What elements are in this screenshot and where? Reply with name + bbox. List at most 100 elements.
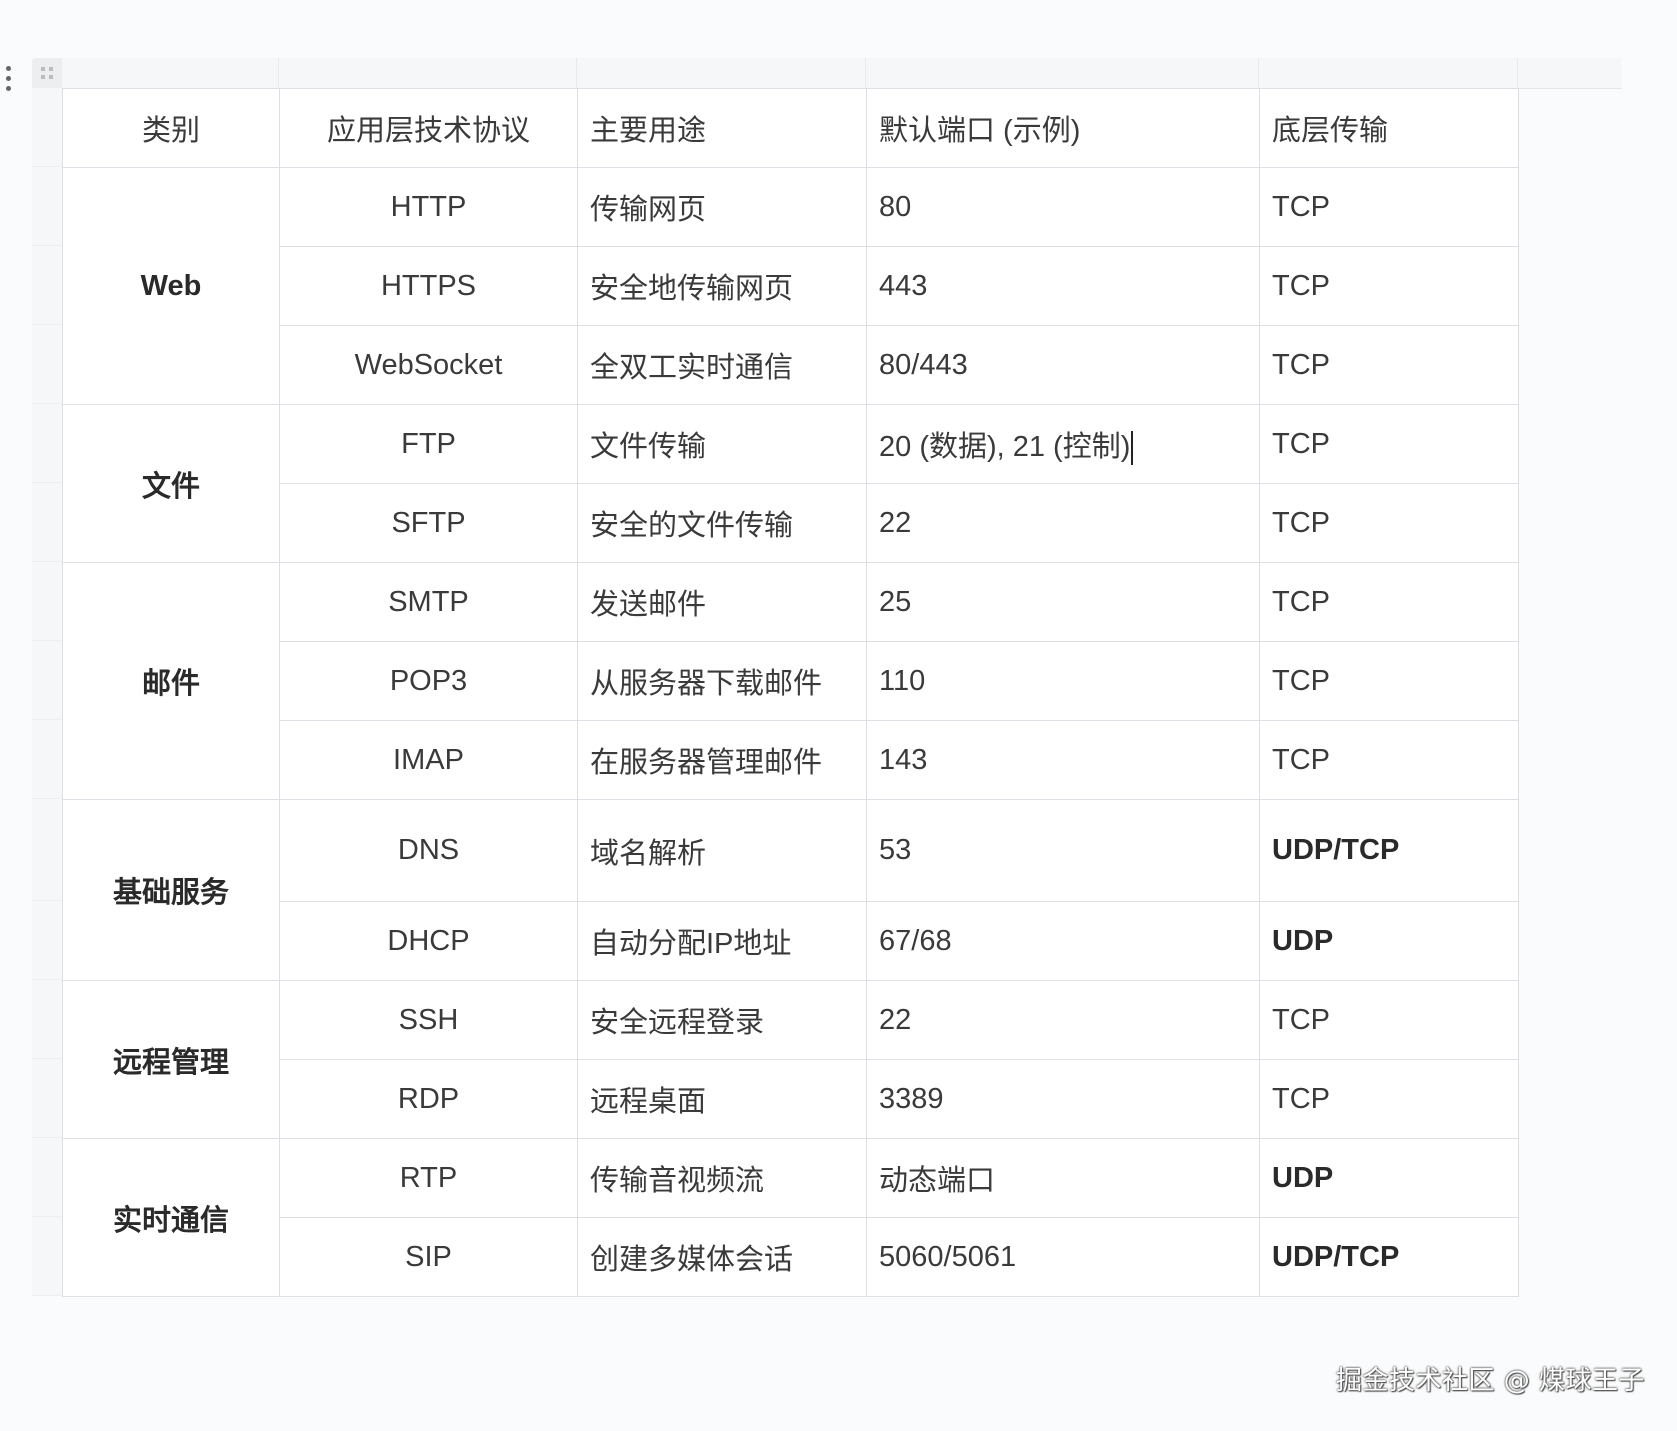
table-row: 远程管理 SSH 安全远程登录 22 TCP	[62, 980, 1519, 1139]
row-selector[interactable]	[32, 404, 62, 483]
port-cell[interactable]: 22	[866, 483, 1260, 563]
transport-cell[interactable]: TCP	[1259, 720, 1519, 800]
usage-cell[interactable]: 传输音视频流	[577, 1138, 867, 1218]
usage-cell[interactable]: 从服务器下载邮件	[577, 641, 867, 721]
port-cell[interactable]: 53	[866, 799, 1260, 902]
transport-cell[interactable]: TCP	[1259, 404, 1519, 484]
protocol-cell[interactable]: IMAP	[279, 720, 578, 800]
row-selector[interactable]	[32, 1138, 62, 1217]
column-selector[interactable]	[866, 58, 1259, 88]
usage-cell[interactable]: 创建多媒体会话	[577, 1217, 867, 1297]
port-cell[interactable]: 443	[866, 246, 1260, 326]
port-cell[interactable]: 80	[866, 167, 1260, 247]
transport-cell[interactable]: UDP	[1259, 1138, 1519, 1218]
protocol-cell[interactable]: HTTPS	[279, 246, 578, 326]
column-selector[interactable]	[1259, 58, 1518, 88]
protocol-cell[interactable]: SFTP	[279, 483, 578, 563]
usage-cell[interactable]: 文件传输	[577, 404, 867, 484]
protocol-cell[interactable]: HTTP	[279, 167, 578, 247]
protocol-cell[interactable]: FTP	[279, 404, 578, 484]
row-selector[interactable]	[32, 1217, 62, 1296]
protocol-cell[interactable]: DNS	[279, 799, 578, 902]
table-row: POP3 从服务器下载邮件 110 TCP	[63, 641, 1519, 721]
transport-cell[interactable]: TCP	[1259, 980, 1519, 1060]
header-cell[interactable]: 主要用途	[577, 88, 867, 168]
block-drag-handle-icon[interactable]	[2, 66, 14, 102]
category-cell[interactable]: 文件	[62, 404, 280, 563]
category-cell[interactable]: 邮件	[62, 562, 280, 800]
port-cell[interactable]: 3389	[866, 1059, 1260, 1139]
column-selector[interactable]	[577, 58, 866, 88]
port-cell[interactable]: 5060/5061	[866, 1217, 1260, 1297]
table-row: SIP 创建多媒体会话 5060/5061 UDP/TCP	[63, 1217, 1519, 1297]
protocol-cell[interactable]: POP3	[279, 641, 578, 721]
row-selector[interactable]	[32, 88, 62, 167]
row-selector[interactable]	[32, 246, 62, 325]
port-cell[interactable]: 22	[866, 980, 1260, 1060]
transport-cell[interactable]: TCP	[1259, 246, 1519, 326]
usage-cell[interactable]: 安全地传输网页	[577, 246, 867, 326]
protocol-cell[interactable]: WebSocket	[279, 325, 578, 405]
transport-cell[interactable]: UDP	[1259, 901, 1519, 981]
usage-cell[interactable]: 域名解析	[577, 799, 867, 902]
header-cell[interactable]: 底层传输	[1259, 88, 1519, 168]
transport-cell[interactable]: TCP	[1259, 1059, 1519, 1139]
row-selector[interactable]	[32, 483, 62, 562]
column-selector[interactable]	[62, 58, 279, 88]
usage-cell[interactable]: 远程桌面	[577, 1059, 867, 1139]
transport-cell[interactable]: TCP	[1259, 167, 1519, 247]
usage-cell[interactable]: 发送邮件	[577, 562, 867, 642]
row-selector[interactable]	[32, 167, 62, 246]
row-selector[interactable]	[32, 1059, 62, 1138]
category-cell[interactable]: 基础服务	[62, 799, 280, 981]
transport-cell[interactable]: TCP	[1259, 325, 1519, 405]
header-cell[interactable]: 默认端口 (示例)	[866, 88, 1260, 168]
row-selector-bar	[32, 88, 62, 1296]
table-row: 基础服务 DNS 域名解析 53 UDP/TCP	[62, 799, 1519, 981]
row-selector[interactable]	[32, 562, 62, 641]
usage-cell[interactable]: 全双工实时通信	[577, 325, 867, 405]
usage-cell[interactable]: 安全的文件传输	[577, 483, 867, 563]
table-row: HTTPS 安全地传输网页 443 TCP	[63, 246, 1519, 326]
port-cell[interactable]: 25	[866, 562, 1260, 642]
protocol-cell[interactable]: SIP	[279, 1217, 578, 1297]
row-selector[interactable]	[32, 901, 62, 980]
category-cell[interactable]: 实时通信	[62, 1138, 280, 1297]
row-selector[interactable]	[32, 980, 62, 1059]
usage-cell[interactable]: 自动分配IP地址	[577, 901, 867, 981]
header-cell[interactable]: 类别	[62, 88, 280, 168]
port-cell[interactable]: 80/443	[866, 325, 1260, 405]
usage-cell[interactable]: 传输网页	[577, 167, 867, 247]
column-selector-bar	[62, 58, 1622, 89]
table-row: 实时通信 RTP 传输音视频流 动态端口 UDP	[62, 1138, 1519, 1297]
row-selector[interactable]	[32, 799, 62, 901]
category-cell[interactable]: 远程管理	[62, 980, 280, 1139]
transport-cell[interactable]: UDP/TCP	[1259, 799, 1519, 902]
category-cell[interactable]: Web	[62, 167, 280, 405]
transport-cell[interactable]: TCP	[1259, 483, 1519, 563]
protocol-cell[interactable]: RTP	[279, 1138, 578, 1218]
usage-cell[interactable]: 在服务器管理邮件	[577, 720, 867, 800]
row-selector[interactable]	[32, 720, 62, 799]
port-cell[interactable]: 20 (数据), 21 (控制)	[866, 404, 1260, 484]
protocol-cell[interactable]: SSH	[279, 980, 578, 1060]
protocol-cell[interactable]: SMTP	[279, 562, 578, 642]
usage-cell[interactable]: 安全远程登录	[577, 980, 867, 1060]
protocol-cell[interactable]: RDP	[279, 1059, 578, 1139]
port-cell[interactable]: 110	[866, 641, 1260, 721]
row-selector[interactable]	[32, 641, 62, 720]
port-cell[interactable]: 67/68	[866, 901, 1260, 981]
transport-cell[interactable]: TCP	[1259, 641, 1519, 721]
table-row: DHCP 自动分配IP地址 67/68 UDP	[63, 901, 1519, 981]
table-row: 邮件 SMTP 发送邮件 25 TCP	[62, 562, 1519, 800]
transport-cell[interactable]: UDP/TCP	[1259, 1217, 1519, 1297]
protocol-cell[interactable]: DHCP	[279, 901, 578, 981]
row-selector[interactable]	[32, 325, 62, 404]
port-cell[interactable]: 143	[866, 720, 1260, 800]
transport-cell[interactable]: TCP	[1259, 562, 1519, 642]
text-cursor	[1131, 431, 1134, 466]
header-cell[interactable]: 应用层技术协议	[279, 88, 578, 168]
table-grip-icon[interactable]	[32, 58, 62, 88]
column-selector[interactable]	[279, 58, 577, 88]
port-cell[interactable]: 动态端口	[866, 1138, 1260, 1218]
